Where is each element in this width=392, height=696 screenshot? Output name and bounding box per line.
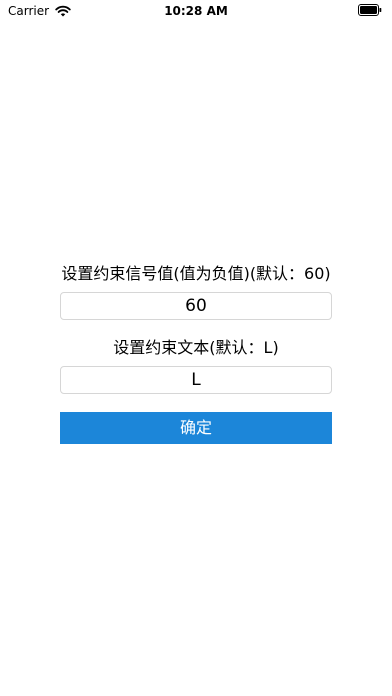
constraint-text-label: 设置约束文本(默认：L) bbox=[113, 338, 279, 357]
constraint-text-input[interactable] bbox=[60, 366, 332, 394]
status-bar: Carrier 10:28 AM bbox=[0, 0, 392, 22]
battery-icon bbox=[358, 4, 382, 16]
confirm-button[interactable]: 确定 bbox=[60, 412, 332, 444]
signal-value-input[interactable] bbox=[60, 292, 332, 320]
signal-value-label: 设置约束信号值(值为负值)(默认：60) bbox=[61, 264, 331, 283]
status-time: 10:28 AM bbox=[164, 4, 228, 18]
